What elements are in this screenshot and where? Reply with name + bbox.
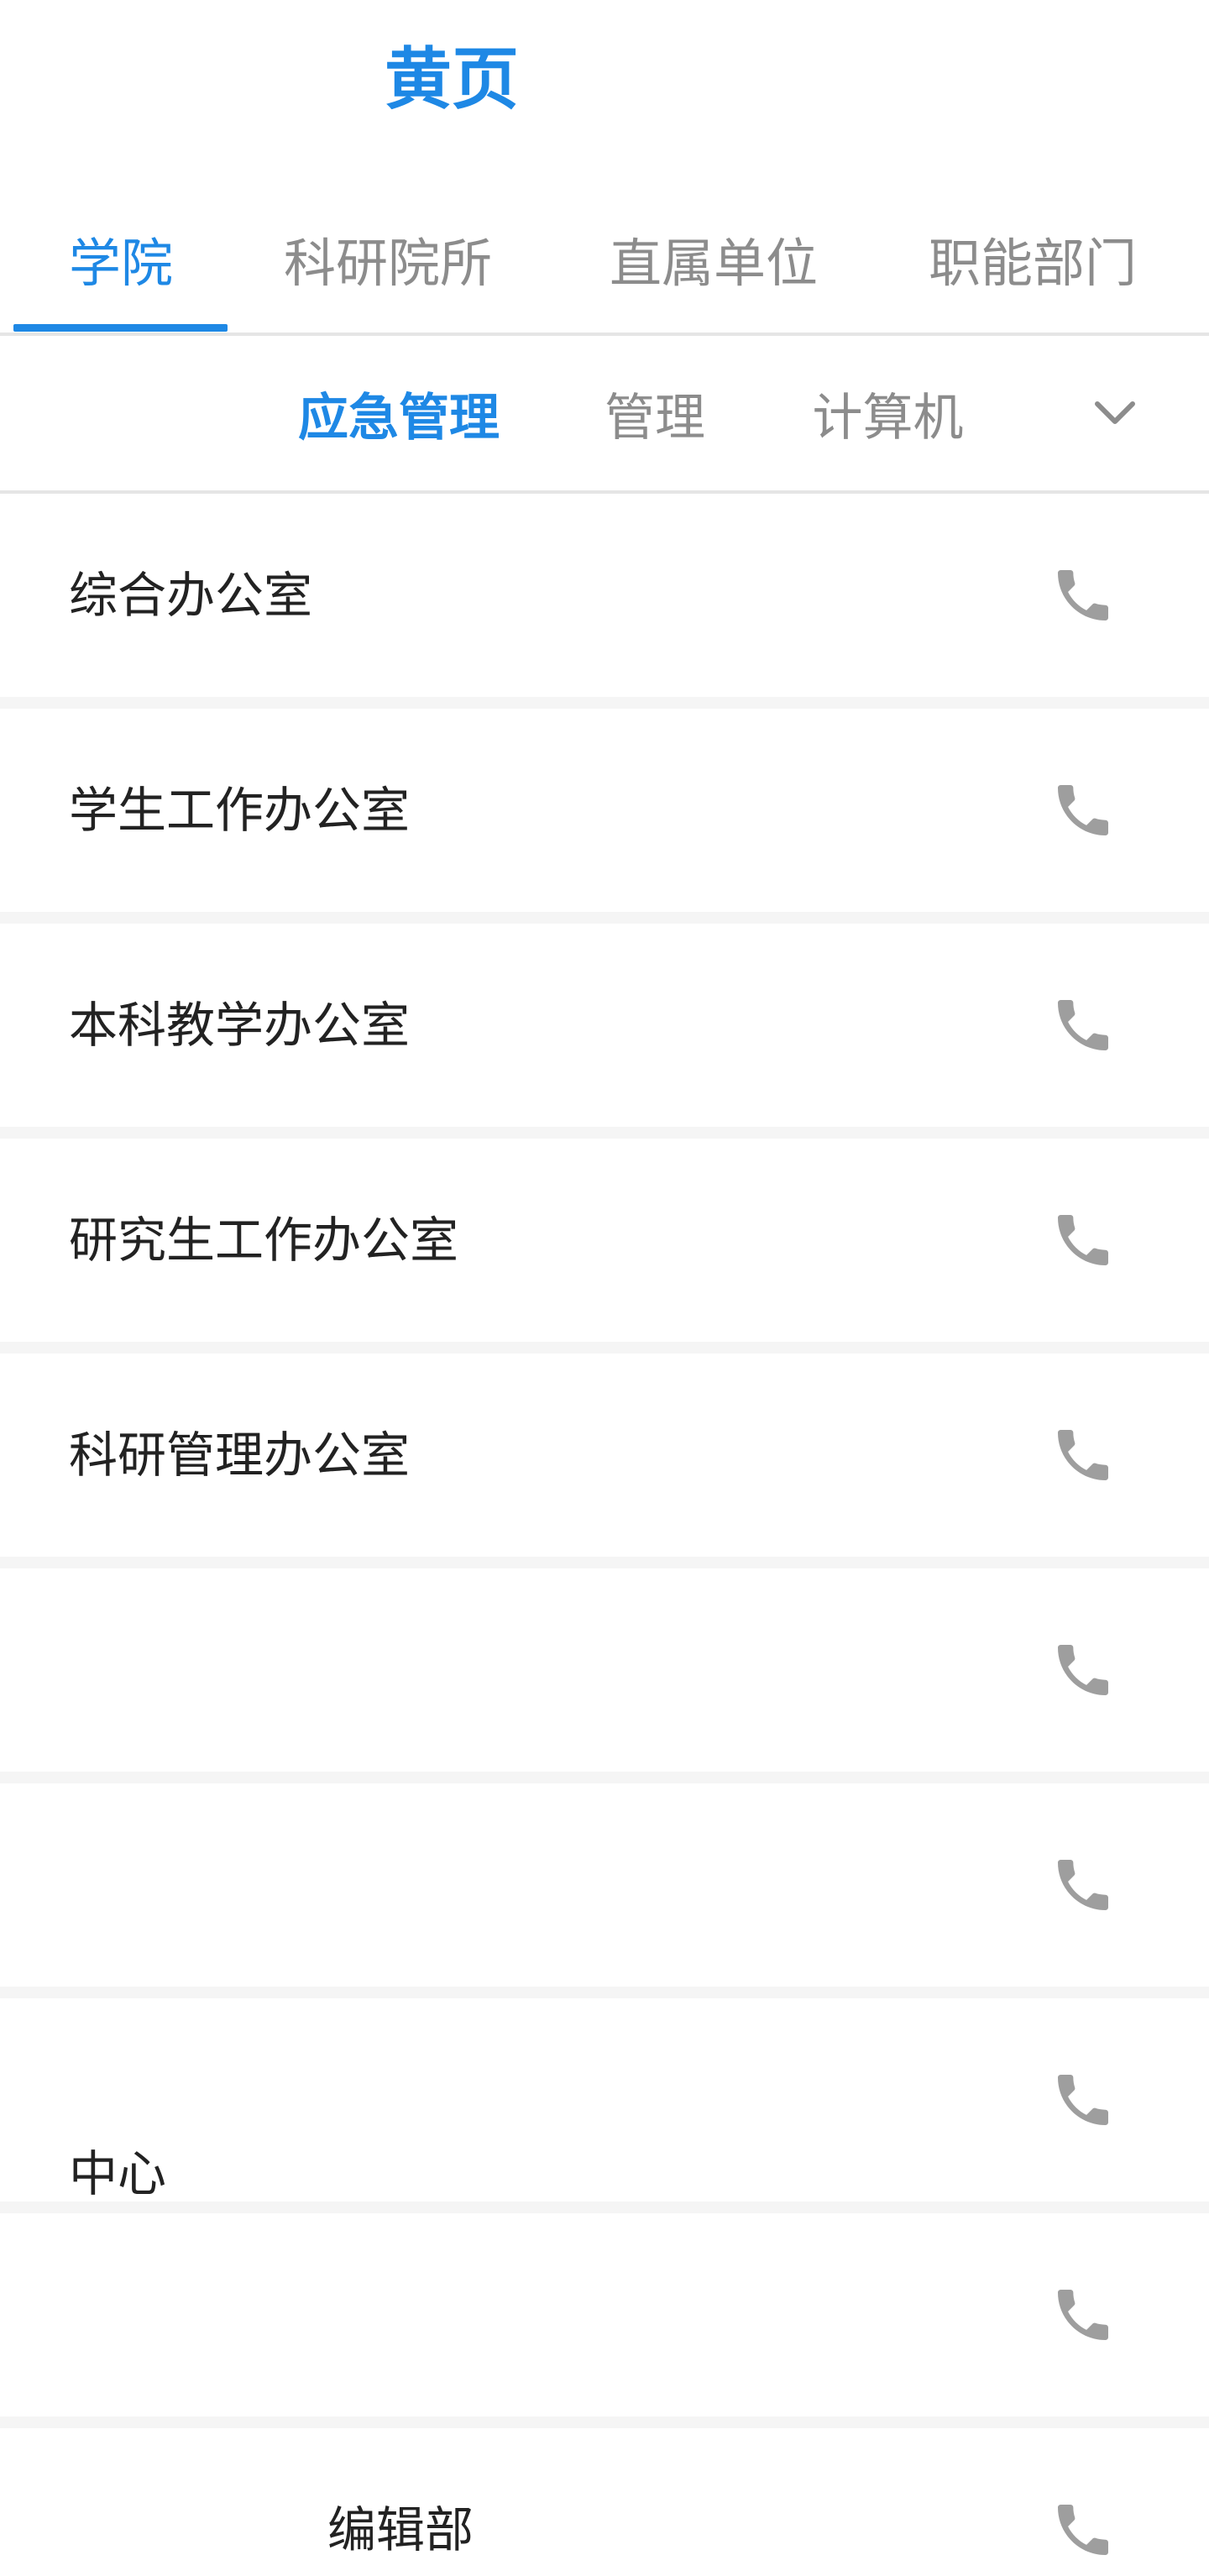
tab-functional-departments[interactable]: 职能部门 bbox=[915, 185, 1150, 332]
subtab-computer[interactable]: 计算机 bbox=[798, 336, 978, 490]
contact-name: 本科教学办公室 bbox=[69, 997, 411, 1054]
tab-colleges[interactable]: 学院 bbox=[3, 185, 238, 332]
phone-icon[interactable] bbox=[1049, 2496, 1117, 2563]
yellow-pages-screen: 黄页 学院 科研院所 直属单位 职能部门 应急管理 管理 计算机 综合办公室 学… bbox=[0, 0, 1209, 2576]
phone-icon[interactable] bbox=[1049, 1851, 1117, 1919]
list-item[interactable]: 综合办公室 bbox=[0, 494, 1209, 697]
list-item[interactable] bbox=[0, 1783, 1209, 1987]
tab-research-institutes[interactable]: 科研院所 bbox=[270, 185, 505, 332]
phone-icon[interactable] bbox=[1049, 2281, 1117, 2348]
phone-icon[interactable] bbox=[1049, 777, 1117, 844]
contact-name: 科研管理办公室 bbox=[69, 1427, 411, 1484]
list-item[interactable] bbox=[0, 1568, 1209, 1772]
active-tab-indicator bbox=[13, 324, 228, 332]
list-item[interactable]: 编辑部 bbox=[0, 2428, 1209, 2576]
phone-icon[interactable] bbox=[1049, 1207, 1117, 1274]
phone-icon[interactable] bbox=[1049, 1422, 1117, 1489]
contact-name: 学生工作办公室 bbox=[69, 782, 411, 839]
contact-name: 中心 bbox=[69, 2145, 167, 2202]
subtab-emergency-management[interactable]: 应急管理 bbox=[285, 336, 512, 490]
list-item[interactable]: 科研管理办公室 bbox=[0, 1353, 1209, 1557]
contact-name: 编辑部 bbox=[327, 2501, 474, 2558]
chevron-down-icon[interactable] bbox=[1083, 388, 1147, 438]
contact-name: 综合办公室 bbox=[69, 567, 313, 624]
phone-icon[interactable] bbox=[1049, 992, 1117, 1059]
list-item[interactable]: 学生工作办公室 bbox=[0, 709, 1209, 912]
list-item[interactable]: 中心 bbox=[0, 1998, 1209, 2202]
phone-icon[interactable] bbox=[1049, 2066, 1117, 2134]
list-item[interactable] bbox=[0, 2213, 1209, 2416]
phone-icon[interactable] bbox=[1049, 1636, 1117, 1704]
list-item[interactable]: 研究生工作办公室 bbox=[0, 1139, 1209, 1342]
contact-name: 研究生工作办公室 bbox=[69, 1212, 459, 1269]
primary-tab-bar: 学院 科研院所 直属单位 职能部门 bbox=[0, 185, 1209, 336]
phone-icon[interactable] bbox=[1049, 562, 1117, 629]
subtab-management[interactable]: 管理 bbox=[588, 336, 722, 490]
secondary-tab-bar: 应急管理 管理 计算机 bbox=[0, 336, 1209, 494]
tab-affiliated-units[interactable]: 直属单位 bbox=[596, 185, 831, 332]
page-title: 黄页 bbox=[385, 40, 519, 118]
contact-list: 综合办公室 学生工作办公室 本科教学办公室 研究生工作办公室 科研管理办公室 中… bbox=[0, 494, 1209, 2576]
list-item[interactable]: 本科教学办公室 bbox=[0, 924, 1209, 1127]
